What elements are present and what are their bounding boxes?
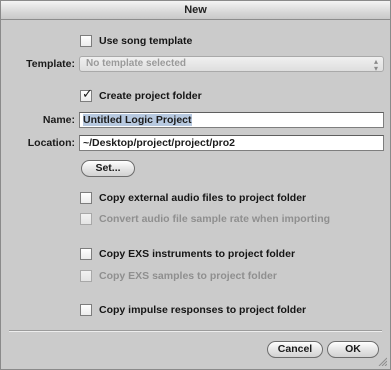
copy-exs-samples-checkbox bbox=[80, 270, 92, 282]
copy-exs-instruments-option[interactable]: Copy EXS instruments to project folder bbox=[80, 248, 295, 260]
location-label: Location: bbox=[27, 137, 75, 149]
use-song-template-option[interactable]: Use song template bbox=[80, 35, 192, 47]
bottom-divider bbox=[9, 330, 382, 332]
template-selected-value: No template selected bbox=[86, 58, 187, 69]
name-field[interactable]: Untitled Logic Project bbox=[79, 112, 384, 128]
copy-impulse-responses-label: Copy impulse responses to project folder bbox=[99, 304, 307, 316]
window-title: New bbox=[1, 1, 390, 20]
copy-external-audio-option[interactable]: Copy external audio files to project fol… bbox=[80, 192, 306, 204]
dialog-body: Use song template Template: No template … bbox=[1, 20, 390, 369]
copy-impulse-responses-option[interactable]: Copy impulse responses to project folder bbox=[80, 304, 306, 316]
create-project-folder-label: Create project folder bbox=[99, 90, 202, 102]
name-label: Name: bbox=[42, 114, 75, 126]
convert-sample-rate-checkbox bbox=[80, 213, 92, 225]
copy-exs-samples-option: Copy EXS samples to project folder bbox=[80, 270, 277, 282]
create-project-folder-option[interactable]: ✓ Create project folder bbox=[80, 86, 202, 102]
use-song-template-label: Use song template bbox=[99, 35, 193, 47]
template-label: Template: bbox=[26, 58, 75, 70]
location-field-value: ~/Desktop/project/project/pro2 bbox=[83, 137, 235, 149]
checkmark-icon: ✓ bbox=[82, 86, 93, 101]
updown-arrows-icon: ▴ ▾ bbox=[373, 57, 378, 73]
new-project-dialog: New Use song template Template: No templ… bbox=[0, 0, 391, 370]
copy-external-audio-checkbox[interactable] bbox=[80, 192, 92, 204]
use-song-template-checkbox[interactable] bbox=[80, 35, 92, 47]
copy-impulse-responses-checkbox[interactable] bbox=[80, 304, 92, 316]
template-popup: No template selected ▴ ▾ bbox=[79, 56, 384, 73]
copy-exs-instruments-label: Copy EXS instruments to project folder bbox=[99, 248, 296, 260]
convert-sample-rate-option: Convert audio file sample rate when impo… bbox=[80, 213, 330, 225]
convert-sample-rate-label: Convert audio file sample rate when impo… bbox=[99, 213, 331, 225]
copy-exs-instruments-checkbox[interactable] bbox=[80, 248, 92, 260]
resize-grip-icon[interactable] bbox=[377, 356, 387, 366]
copy-external-audio-label: Copy external audio files to project fol… bbox=[99, 192, 307, 204]
cancel-button[interactable]: Cancel bbox=[267, 341, 323, 358]
set-button[interactable]: Set... bbox=[81, 160, 135, 177]
create-project-folder-checkbox[interactable]: ✓ bbox=[80, 86, 93, 102]
ok-button[interactable]: OK bbox=[327, 341, 379, 358]
copy-exs-samples-label: Copy EXS samples to project folder bbox=[99, 270, 277, 282]
name-field-value: Untitled Logic Project bbox=[83, 114, 192, 126]
location-field[interactable]: ~/Desktop/project/project/pro2 bbox=[79, 135, 384, 151]
